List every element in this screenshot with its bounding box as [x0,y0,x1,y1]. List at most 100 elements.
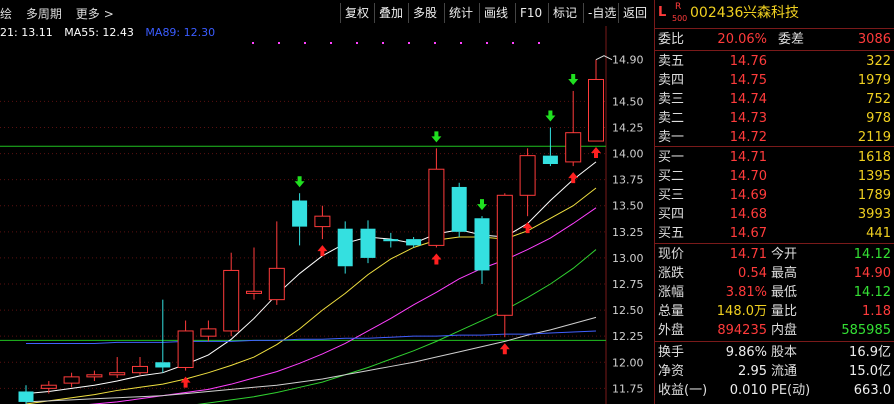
stock-code: 002436 [690,5,744,21]
sell-arrow-icon [431,131,442,143]
buy-arrow-icon [317,245,328,257]
stat-row[interactable]: 外盘 894235 内盘 585985 [655,321,894,340]
ask-row[interactable]: 卖三 14.74 752 [655,90,894,109]
stat-row[interactable]: 涨幅 3.81% 最低 14.12 [655,283,894,302]
buy-arrow-icon [431,253,442,265]
y-tick-label: 13.25 [612,226,644,239]
signal-dot [330,42,332,44]
stat-row[interactable]: 涨跌 0.54 最高 14.90 [655,264,894,283]
bid-label: 买一 [658,150,685,165]
ma-line-ma55 [25,316,597,403]
bid-row[interactable]: 买一 14.71 1618 [655,148,894,167]
fund-value: 16.9亿 [849,345,891,360]
ask-price: 14.74 [729,92,767,107]
y-tick-label: 11.75 [612,382,644,395]
y-tick-label: 13.50 [612,200,644,213]
bid-row[interactable]: 买二 14.70 1395 [655,167,894,186]
buy-arrow-icon [568,172,579,184]
candle-body-up [86,374,103,378]
toolbar-item-multi-period[interactable]: 多周期 [26,7,62,21]
bid-label: 买三 [658,188,685,203]
candle-body-up [519,155,536,196]
statistics-button[interactable]: 统计 [444,3,477,23]
bid-row[interactable]: 买四 14.68 3993 [655,205,894,224]
fuquan-button[interactable]: 复权 [340,3,373,23]
high-pointer [595,55,613,61]
candle-body-down [542,155,558,164]
bid-row[interactable]: 买五 14.67 441 [655,224,894,243]
candle-body-up [109,372,126,376]
fund-label: 收益(一) [658,383,708,398]
remove-watchlist-button[interactable]: -自选 [583,3,620,23]
bid-volume: 1789 [857,188,891,203]
more-label: 更多 [75,7,100,21]
separator [655,146,894,147]
sell-arrow-icon [477,199,487,211]
back-button[interactable]: 返回 [618,3,651,23]
stat-value: 0.54 [738,266,767,281]
bid-row[interactable]: 买三 14.69 1789 [655,186,894,205]
stat-value: 894235 [717,323,767,338]
stat-value: 3.81% [725,285,767,300]
candle-body-up [132,365,148,374]
ma55-legend: MA55: 12.43 [64,26,134,39]
ask-volume: 752 [866,92,891,107]
signal-dot [460,42,462,44]
buy-arrow-icon [591,147,601,159]
fund-row[interactable]: 换手 9.86% 股本 16.9亿 [655,343,894,362]
stat-value: 1.18 [862,304,891,319]
signal-dot [408,42,410,44]
bid-volume: 1618 [857,150,891,165]
stat-label: 现价 [658,247,685,262]
stat-label: 今开 [771,247,798,262]
quote-panel: L R 500 002436 兴森科技 委比 20.06% 委差 3086 卖五… [655,0,894,404]
candle-body-up [40,384,57,389]
ask-row[interactable]: 卖五 14.76 322 [655,52,894,71]
separator [655,243,894,244]
ask-row[interactable]: 卖一 14.72 2119 [655,128,894,147]
candle-body-down [383,239,399,242]
overlay-button[interactable]: 叠加 [374,3,407,23]
fund-row[interactable]: 净资 2.95 流通 15.0亿 [655,362,894,381]
stat-label: 涨幅 [658,285,685,300]
candle-body-down [292,200,308,227]
ma-legend: 21: 13.11 MA55: 12.43 MA89: 12.30 [0,26,223,39]
bid-label: 买五 [658,226,685,241]
stat-value: 148.0万 [716,304,767,319]
ask-label: 卖一 [658,130,685,145]
ask-volume: 1979 [857,73,891,88]
f10-button[interactable]: F10 [515,3,546,23]
bid-price: 14.68 [729,207,767,222]
fund-value: 15.0亿 [849,364,891,379]
multi-stock-button[interactable]: 多股 [408,3,441,23]
fund-value: 0.010 [729,383,767,398]
stat-row[interactable]: 现价 14.71 今开 14.12 [655,245,894,264]
weicha-value: 3086 [857,32,891,47]
toolbar-item-draw[interactable]: 绘 [0,7,12,21]
signal-dot [538,42,540,44]
signal-dot [486,42,488,44]
ask-volume: 978 [866,111,891,126]
stat-value: 14.71 [729,247,767,262]
fund-value: 2.95 [738,364,767,379]
sell-arrow-icon [568,73,579,85]
mark-button[interactable]: 标记 [548,3,581,23]
fund-row[interactable]: 收益(一) 0.010 PE(动) 663.0 [655,381,894,400]
toolbar-item-more[interactable]: 更多 > [76,7,124,21]
ask-row[interactable]: 卖四 14.75 1979 [655,71,894,90]
draw-line-button[interactable]: 画线 [479,3,512,23]
separator [655,50,894,51]
stat-row[interactable]: 总量 148.0万 量比 1.18 [655,302,894,321]
candle-body-up [63,376,80,384]
ask-price: 14.76 [729,54,767,69]
candle-body-down [474,218,490,271]
candle-body-up [246,290,262,294]
fund-label: 净资 [658,364,685,379]
weibi-row: 委比 20.06% 委差 3086 [655,30,894,49]
ma-line-ma89 [26,330,597,344]
stat-label: 内盘 [771,323,798,338]
kline-chart[interactable]: 14.50 14.25 14.00 13.75 13.50 13.25 13.00 12.75… [0,26,654,404]
chevron-right-icon: > [103,7,114,21]
bid-price: 14.69 [729,188,767,203]
ask-row[interactable]: 卖二 14.73 978 [655,109,894,128]
